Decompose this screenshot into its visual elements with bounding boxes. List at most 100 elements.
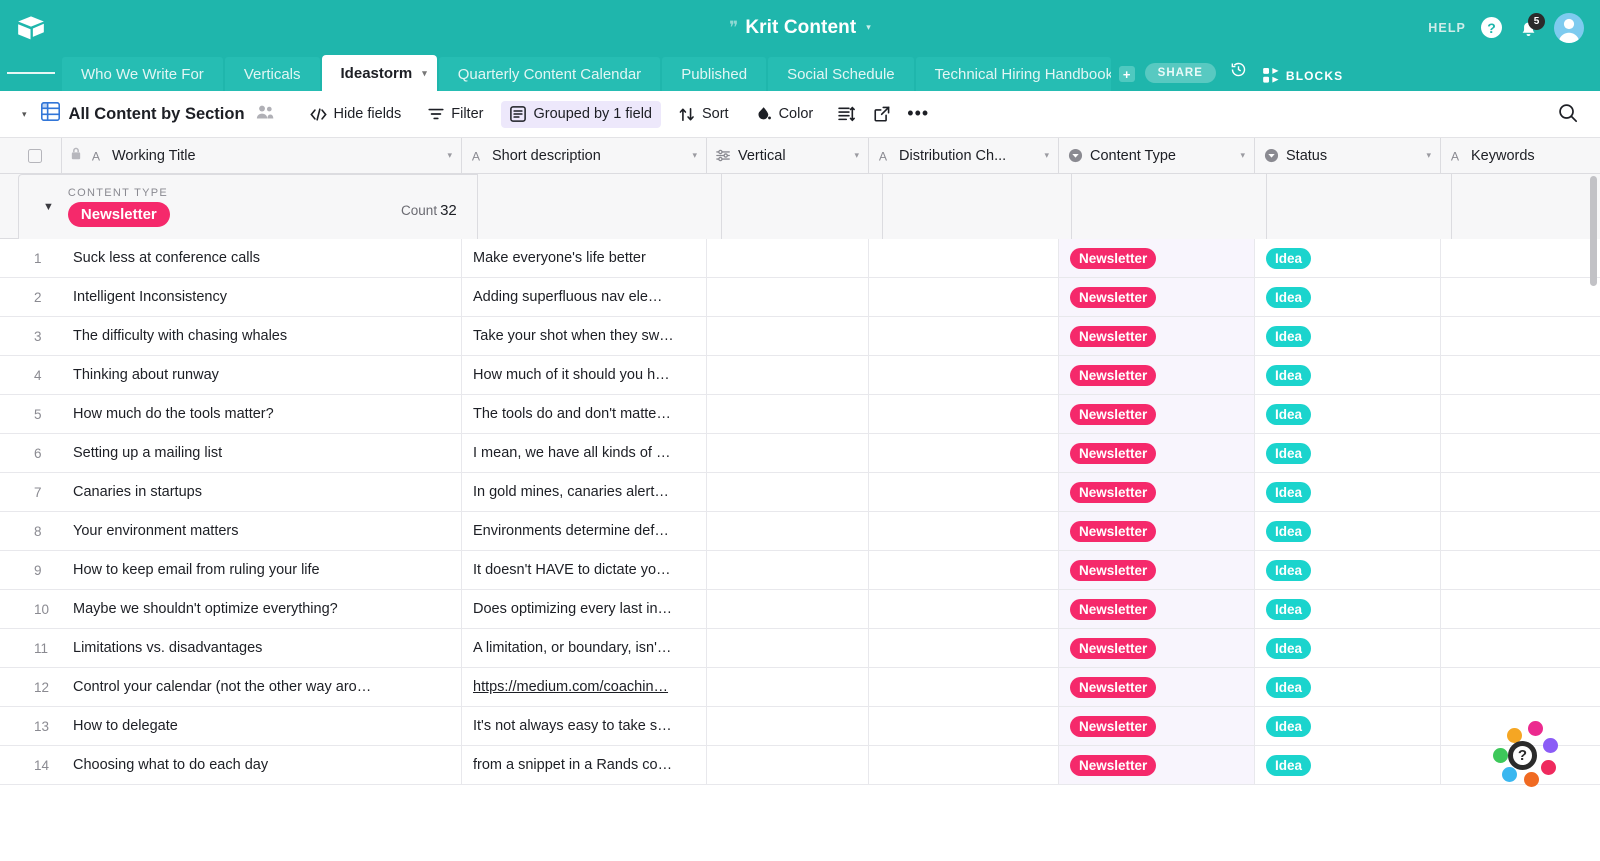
tab-technical-hiring-handbook[interactable]: Technical Hiring Handbook [915,57,1111,91]
cell-content-type[interactable]: Newsletter [1059,551,1255,589]
cell-vertical[interactable] [707,668,869,706]
more-options-button[interactable]: ••• [903,101,933,128]
cell-working-title[interactable]: Maybe we shouldn't optimize everything? [62,590,462,628]
chevron-down-icon[interactable]: ▾ [422,68,427,79]
chevron-down-icon[interactable]: ▾ [854,150,859,161]
cell-short-description[interactable]: Adding superfluous nav ele… [462,278,707,316]
cell-status[interactable]: Idea [1255,629,1441,667]
tab-published[interactable]: Published [662,57,767,91]
cell-content-type[interactable]: Newsletter [1059,356,1255,394]
tab-ideastorm[interactable]: Ideastorm ▾ [321,55,437,91]
sidebar-toggle-caret[interactable]: ▾ [22,109,27,120]
share-view-button[interactable] [867,101,897,128]
cell-keywords[interactable] [1441,512,1590,550]
cell-short-description[interactable]: Does optimizing every last in… [462,590,707,628]
cell-distribution-channel[interactable] [869,278,1059,316]
cell-content-type[interactable]: Newsletter [1059,629,1255,667]
add-table-button[interactable]: + [1118,66,1135,82]
cell-short-description[interactable]: In gold mines, canaries alert… [462,473,707,511]
help-widget[interactable]: ? [1488,721,1558,789]
cell-status[interactable]: Idea [1255,707,1441,745]
cell-vertical[interactable] [707,434,869,472]
cell-distribution-channel[interactable] [869,746,1059,784]
cell-working-title[interactable]: Intelligent Inconsistency [62,278,462,316]
cell-content-type[interactable]: Newsletter [1059,278,1255,316]
cell-keywords[interactable] [1441,278,1590,316]
table-row[interactable]: 9 How to keep email from ruling your life… [0,551,1600,590]
cell-distribution-channel[interactable] [869,434,1059,472]
cell-distribution-channel[interactable] [869,473,1059,511]
table-row[interactable]: 5 How much do the tools matter? The tools … [0,395,1600,434]
cell-working-title[interactable]: Limitations vs. disadvantages [62,629,462,667]
cell-status[interactable]: Idea [1255,590,1441,628]
table-row[interactable]: 6 Setting up a mailing list I mean, we hav… [0,434,1600,473]
cell-working-title[interactable]: How to keep email from ruling your life [62,551,462,589]
chevron-down-icon[interactable]: ▾ [1426,150,1431,161]
column-header-content-type[interactable]: Content Type ▾ [1059,138,1255,173]
column-header-short-description[interactable]: A Short description ▾ [462,138,707,173]
cell-working-title[interactable]: Suck less at conference calls [62,239,462,277]
table-row[interactable]: 2 Intelligent Inconsistency Adding superfl… [0,278,1600,317]
cell-short-description[interactable]: Take your shot when they sw… [462,317,707,355]
cell-working-title[interactable]: Your environment matters [62,512,462,550]
cell-status[interactable]: Idea [1255,317,1441,355]
table-row[interactable]: 8 Your environment matters Environments de… [0,512,1600,551]
table-row[interactable]: 10 Maybe we shouldn't optimize everything… [0,590,1600,629]
cell-content-type[interactable]: Newsletter [1059,707,1255,745]
cell-keywords[interactable] [1441,590,1590,628]
cell-keywords[interactable] [1441,668,1590,706]
cell-status[interactable]: Idea [1255,512,1441,550]
cell-status[interactable]: Idea [1255,746,1441,784]
cell-vertical[interactable] [707,629,869,667]
cell-keywords[interactable] [1441,473,1590,511]
cell-vertical[interactable] [707,278,869,316]
cell-status[interactable]: Idea [1255,239,1441,277]
chevron-down-icon[interactable]: ▾ [692,150,697,161]
chevron-down-icon[interactable]: ▾ [1240,150,1245,161]
cell-keywords[interactable] [1441,434,1590,472]
select-all-header[interactable] [0,138,62,173]
row-height-button[interactable] [831,101,861,128]
cell-keywords[interactable] [1441,356,1590,394]
history-clock-icon[interactable] [1230,61,1247,83]
group-header-row[interactable]: ▼ CONTENT TYPE Newsletter Count 32 [0,173,1600,239]
cell-vertical[interactable] [707,239,869,277]
cell-content-type[interactable]: Newsletter [1059,473,1255,511]
cell-working-title[interactable]: Setting up a mailing list [62,434,462,472]
cell-short-description[interactable]: from a snippet in a Rands co… [462,746,707,784]
chevron-down-icon[interactable]: ▾ [447,150,452,161]
cell-distribution-channel[interactable] [869,590,1059,628]
cell-keywords[interactable] [1441,395,1590,433]
table-row[interactable]: 12 Control your calendar (not the other w… [0,668,1600,707]
cell-status[interactable]: Idea [1255,473,1441,511]
cell-content-type[interactable]: Newsletter [1059,395,1255,433]
cell-short-description[interactable]: The tools do and don't matte… [462,395,707,433]
cell-distribution-channel[interactable] [869,551,1059,589]
table-row[interactable]: 1 Suck less at conference calls Make every… [0,239,1600,278]
table-row[interactable]: 7 Canaries in startups In gold mines, cana… [0,473,1600,512]
cell-working-title[interactable]: Canaries in startups [62,473,462,511]
cell-content-type[interactable]: Newsletter [1059,434,1255,472]
cell-short-description[interactable]: A limitation, or boundary, isn'… [462,629,707,667]
cell-short-description[interactable]: Environments determine def… [462,512,707,550]
cell-status[interactable]: Idea [1255,356,1441,394]
checkbox-icon[interactable] [28,148,42,163]
cell-vertical[interactable] [707,746,869,784]
color-button[interactable]: Color [747,101,823,128]
cell-content-type[interactable]: Newsletter [1059,512,1255,550]
cell-working-title[interactable]: How to delegate [62,707,462,745]
cell-content-type[interactable]: Newsletter [1059,668,1255,706]
cell-status[interactable]: Idea [1255,434,1441,472]
cell-working-title[interactable]: Control your calendar (not the other way… [62,668,462,706]
question-circle-icon[interactable]: ? [1481,17,1502,38]
base-title-caret[interactable]: ▾ [866,22,871,33]
cell-distribution-channel[interactable] [869,356,1059,394]
cell-short-description[interactable]: I mean, we have all kinds of … [462,434,707,472]
table-row[interactable]: 3 The difficulty with chasing whales Take … [0,317,1600,356]
cell-keywords[interactable] [1441,629,1590,667]
help-label[interactable]: HELP [1428,21,1466,35]
hide-fields-button[interactable]: Hide fields [301,101,411,128]
cell-working-title[interactable]: Thinking about runway [62,356,462,394]
cell-distribution-channel[interactable] [869,629,1059,667]
column-header-working-title[interactable]: A Working Title ▾ [62,138,462,173]
